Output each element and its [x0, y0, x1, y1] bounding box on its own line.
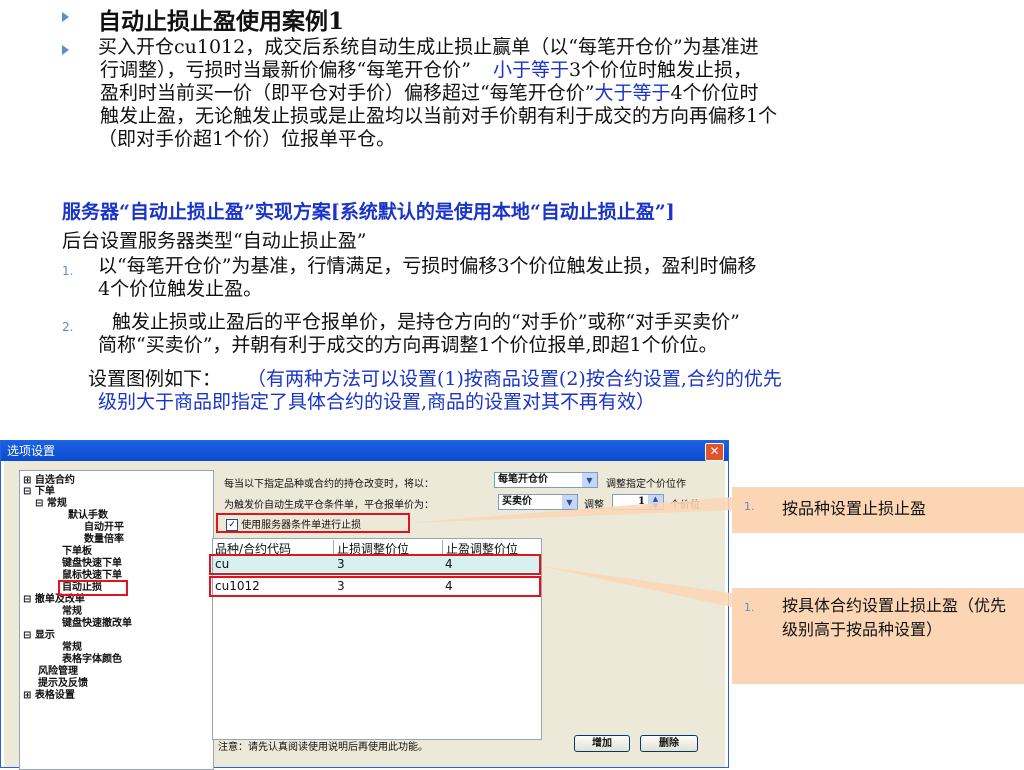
callout-by-product: 1. 按品种设置止损止盈	[732, 487, 1024, 533]
callout-number: 1.	[744, 500, 755, 513]
callout-text: 按品种设置止损止盈	[782, 499, 927, 518]
callout-by-contract: 1. 按具体合约设置止损止盈（优先级别高于按品种设置）	[732, 588, 1024, 684]
callout-text: 按具体合约设置止损止盈（优先级别高于按品种设置）	[782, 596, 1007, 639]
callout-number: 1.	[744, 601, 755, 614]
